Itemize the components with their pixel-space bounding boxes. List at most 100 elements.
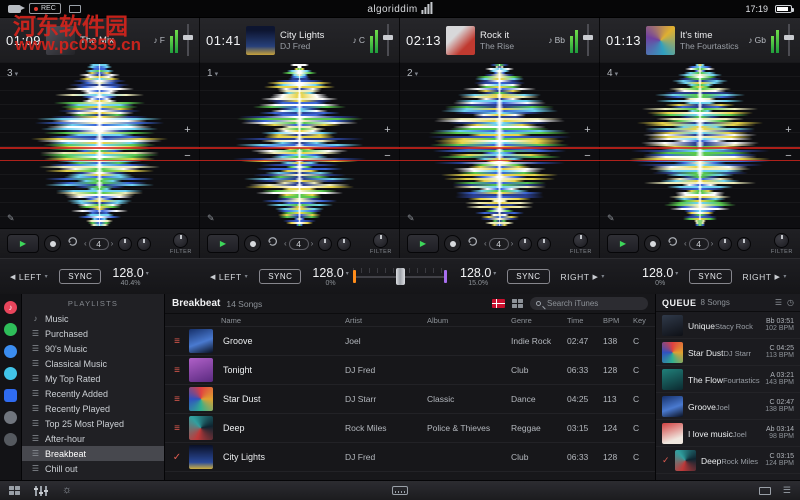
bpm-value[interactable]: 128.0 ▾: [642, 266, 678, 280]
loop-inc-icon[interactable]: ›: [511, 239, 514, 248]
col-time[interactable]: Time: [567, 316, 603, 325]
col-key[interactable]: Key: [633, 316, 655, 325]
brightness-icon[interactable]: ☼: [62, 485, 72, 496]
bar-count-selector[interactable]: 3 ▾: [7, 68, 18, 79]
sidebar-item-90s-music[interactable]: ☰ 90's Music: [22, 341, 164, 356]
loop-count[interactable]: 4: [288, 237, 309, 250]
deck-time[interactable]: 01:13: [606, 33, 641, 48]
gain-knob[interactable]: [137, 236, 152, 251]
drag-handle-icon[interactable]: ≡: [165, 365, 189, 376]
loop-icon[interactable]: [266, 235, 279, 253]
queue-item[interactable]: UniqueStacy Rock Bb 03:51 102 BPM: [656, 312, 800, 339]
deck-time[interactable]: 01:41: [206, 33, 241, 48]
col-genre[interactable]: Genre: [511, 316, 567, 325]
filter-knob[interactable]: [173, 232, 189, 248]
table-row[interactable]: ≡ Deep Rock Miles Police & Thieves Regga…: [165, 414, 655, 443]
drag-handle-icon[interactable]: ≡: [165, 423, 189, 434]
queue-item[interactable]: Star DustDJ Starr C 04:25 113 BPM: [656, 339, 800, 366]
loop-dec-icon[interactable]: ‹: [684, 239, 687, 248]
cue-record-button[interactable]: [244, 235, 261, 252]
search-input[interactable]: [545, 298, 642, 309]
drag-handle-icon[interactable]: ≡: [165, 394, 189, 405]
settings-source-icon[interactable]: [4, 433, 17, 446]
deck-side-selector[interactable]: RIGHT ▶ ▾: [743, 272, 787, 282]
waveform[interactable]: [626, 64, 774, 226]
tempo-slider[interactable]: [583, 22, 593, 58]
loop-inc-icon[interactable]: ›: [711, 239, 714, 248]
queue-item[interactable]: ✓ DeepRock Miles C 03:15 124 BPM: [656, 447, 800, 474]
filter-knob[interactable]: [573, 232, 589, 248]
deck-side-selector[interactable]: ◀ LEFT ▾: [10, 272, 48, 282]
sidebar-item-recently-played[interactable]: ☰ Recently Played: [22, 401, 164, 416]
sidebar-item-music[interactable]: ♪ Music: [22, 311, 164, 326]
eq-knob[interactable]: [118, 236, 133, 251]
crossfader[interactable]: [350, 259, 450, 294]
sidebar-item-purchased[interactable]: ☰ Purchased: [22, 326, 164, 341]
tempo-slider[interactable]: [784, 22, 794, 58]
play-button[interactable]: ▶: [207, 234, 239, 253]
tempo-slider[interactable]: [383, 22, 393, 58]
sidebar-item-top-25-most-played[interactable]: ☰ Top 25 Most Played: [22, 416, 164, 431]
sidebar-item-breakbeat[interactable]: ☰ Breakbeat: [22, 446, 164, 461]
waveform[interactable]: [26, 64, 174, 226]
queue-item[interactable]: The FlowFourtastics A 03:21 143 BPM: [656, 366, 800, 393]
table-row[interactable]: ≡ Star Dust DJ Starr Classic Dance 04:25…: [165, 385, 655, 414]
table-row[interactable]: ≡ Groove Joel Indie Rock 02:47 138 C: [165, 327, 655, 356]
deck-side-selector[interactable]: ◀ LEFT ▾: [210, 272, 248, 282]
cue-record-button[interactable]: [44, 235, 61, 252]
bpm-value[interactable]: 128.0 ▾: [112, 266, 148, 280]
zoom-out-button[interactable]: −: [181, 150, 194, 163]
bar-count-selector[interactable]: 4 ▾: [607, 68, 618, 79]
queue-item[interactable]: GrooveJoel C 02:47 138 BPM: [656, 393, 800, 420]
filter-knob[interactable]: [774, 232, 790, 248]
gain-knob[interactable]: [737, 236, 752, 251]
loop-dec-icon[interactable]: ‹: [484, 239, 487, 248]
gain-knob[interactable]: [337, 236, 352, 251]
sync-button[interactable]: SYNC: [59, 269, 102, 284]
sidebar-item-recently-added[interactable]: ☰ Recently Added: [22, 386, 164, 401]
drag-handle-icon[interactable]: ≡: [165, 336, 189, 347]
bar-count-selector[interactable]: 1 ▾: [207, 68, 218, 79]
col-name[interactable]: Name: [221, 316, 345, 325]
deck-time[interactable]: 02:13: [406, 33, 441, 48]
search-box[interactable]: [530, 297, 648, 310]
zoom-in-button[interactable]: +: [181, 124, 194, 137]
loop-icon[interactable]: [666, 235, 679, 253]
tempo-slider[interactable]: [183, 22, 193, 58]
flag-icon[interactable]: [492, 299, 505, 308]
loop-dec-icon[interactable]: ‹: [84, 239, 87, 248]
cue-record-button[interactable]: [444, 235, 461, 252]
loop-dec-icon[interactable]: ‹: [284, 239, 287, 248]
filter-knob[interactable]: [373, 232, 389, 248]
loop-inc-icon[interactable]: ›: [111, 239, 114, 248]
queue-list-icon[interactable]: ☰: [783, 486, 791, 495]
sidebar-item-chill-out[interactable]: ☰ Chill out: [22, 461, 164, 476]
loop-inc-icon[interactable]: ›: [311, 239, 314, 248]
history-source-icon[interactable]: [4, 411, 17, 424]
itunes-source-icon[interactable]: ♪: [4, 301, 17, 314]
waveform[interactable]: [226, 64, 374, 226]
loop-count[interactable]: 4: [488, 237, 509, 250]
bpm-value[interactable]: 128.0 ▾: [312, 266, 348, 280]
keyboard-icon[interactable]: [392, 486, 408, 495]
edit-grid-icon[interactable]: ✎: [207, 213, 215, 224]
loop-count[interactable]: 4: [88, 237, 109, 250]
sync-button[interactable]: SYNC: [507, 269, 550, 284]
deck-side-selector[interactable]: RIGHT ▶ ▾: [561, 272, 605, 282]
grid-view-icon[interactable]: [512, 299, 523, 308]
queue-history-icon[interactable]: ◷: [787, 298, 794, 307]
sidebar-item-classical-music[interactable]: ☰ Classical Music: [22, 356, 164, 371]
zoom-in-button[interactable]: +: [782, 124, 795, 137]
zoom-out-button[interactable]: −: [581, 150, 594, 163]
spotify-source-icon[interactable]: [4, 323, 17, 336]
edit-grid-icon[interactable]: ✎: [7, 213, 15, 224]
deck-layout-icon[interactable]: [9, 486, 20, 495]
col-artist[interactable]: Artist: [345, 316, 427, 325]
edit-grid-icon[interactable]: ✎: [407, 213, 415, 224]
crossfader-handle[interactable]: [395, 268, 405, 285]
play-button[interactable]: ▶: [407, 234, 439, 253]
zoom-in-button[interactable]: +: [581, 124, 594, 137]
bpm-value[interactable]: 128.0 ▾: [460, 266, 496, 280]
sidebar-item-my-top-rated[interactable]: ☰ My Top Rated: [22, 371, 164, 386]
eq-knob[interactable]: [518, 236, 533, 251]
